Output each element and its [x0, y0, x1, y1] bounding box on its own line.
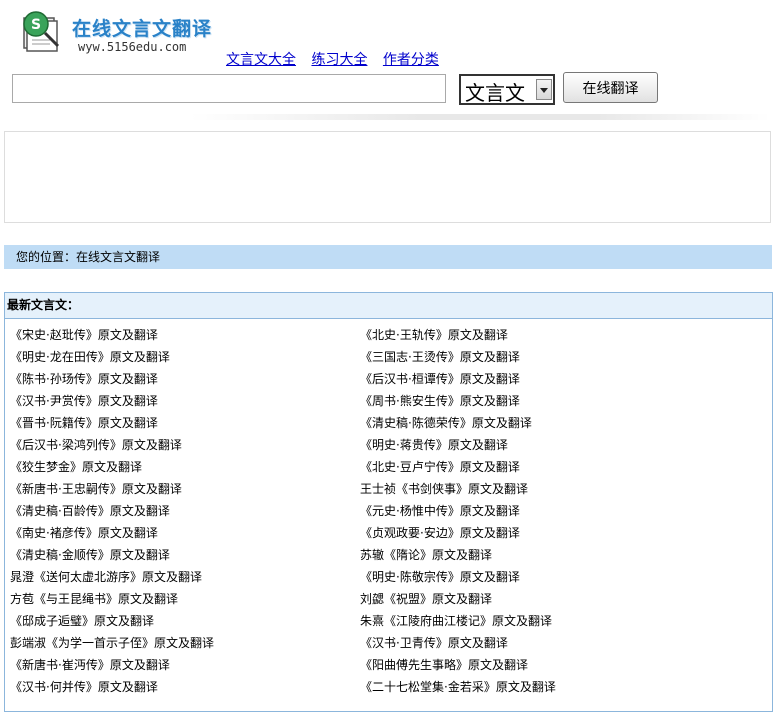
article-link[interactable]: 《新唐书·崔沔传》原文及翻译 — [10, 656, 214, 678]
book-magnifier-icon: S — [23, 11, 60, 52]
article-link[interactable]: 《狡生梦金》原文及翻译 — [10, 458, 214, 480]
nav-link-wenyanwen[interactable]: 文言文大全 — [226, 52, 296, 68]
article-link[interactable]: 《新唐书·王忠嗣传》原文及翻译 — [10, 480, 214, 502]
article-link[interactable]: 《周书·熊安生传》原文及翻译 — [360, 392, 556, 414]
ad-area — [4, 131, 771, 223]
chevron-down-icon[interactable] — [536, 79, 552, 100]
article-link[interactable]: 《邸成子逅璧》原文及翻译 — [10, 612, 214, 634]
translate-button[interactable]: 在线翻译 — [563, 72, 658, 103]
article-link[interactable]: 刘勰《祝盟》原文及翻译 — [360, 590, 556, 612]
article-link[interactable]: 《汉书·卫青传》原文及翻译 — [360, 634, 556, 656]
article-link[interactable]: 《陈书·孙玚传》原文及翻译 — [10, 370, 214, 392]
article-link[interactable]: 《贞观政要·安边》原文及翻译 — [360, 524, 556, 546]
latest-articles-right-column: 《北史·王轨传》原文及翻译 《三国志·王烫传》原文及翻译 《后汉书·桓谭传》原文及翻… — [360, 326, 556, 700]
article-link[interactable]: 《后汉书·梁鸿列传》原文及翻译 — [10, 436, 214, 458]
article-link[interactable]: 《北史·豆卢宁传》原文及翻译 — [360, 458, 556, 480]
nav-link-exercises[interactable]: 练习大全 — [311, 52, 367, 68]
latest-articles-panel: 最新文言文： 《宋史·赵玭传》原文及翻译 《明史·龙在田传》原文及翻译 《陈书·孙玚… — [4, 292, 773, 712]
article-link[interactable]: 《晋书·阮籍传》原文及翻译 — [10, 414, 214, 436]
article-link[interactable]: 《清史稿·百龄传》原文及翻译 — [10, 502, 214, 524]
article-link[interactable]: 方苞《与王昆绳书》原文及翻译 — [10, 590, 214, 612]
article-link[interactable]: 《元史·杨惟中传》原文及翻译 — [360, 502, 556, 524]
article-link[interactable]: 《北史·王轨传》原文及翻译 — [360, 326, 556, 348]
site-url: wyw.5156edu.com — [78, 40, 187, 54]
article-link[interactable]: 《后汉书·桓谭传》原文及翻译 — [360, 370, 556, 392]
site-title: 在线文言文翻译 — [72, 18, 213, 40]
language-select-value: 文言文 — [465, 81, 525, 105]
latest-articles-left-column: 《宋史·赵玭传》原文及翻译 《明史·龙在田传》原文及翻译 《陈书·孙玚传》原文及翻译… — [10, 326, 214, 700]
article-link[interactable]: 《南史·褚彦传》原文及翻译 — [10, 524, 214, 546]
article-link[interactable]: 《明史·龙在田传》原文及翻译 — [10, 348, 214, 370]
article-link[interactable]: 《明史·陈敬宗传》原文及翻译 — [360, 568, 556, 590]
article-link[interactable]: 《三国志·王烫传》原文及翻译 — [360, 348, 556, 370]
article-link[interactable]: 《宋史·赵玭传》原文及翻译 — [10, 326, 214, 348]
article-link[interactable]: 彭端淑《为学一首示子侄》原文及翻译 — [10, 634, 214, 656]
breadcrumb: 您的位置：在线文言文翻译 — [4, 245, 772, 269]
latest-articles-title: 最新文言文： — [5, 293, 772, 319]
article-link[interactable]: 《清史稿·金顺传》原文及翻译 — [10, 546, 214, 568]
article-link[interactable]: 晁澄《送何太虚北游序》原文及翻译 — [10, 568, 214, 590]
search-divider — [190, 114, 770, 120]
article-link[interactable]: 王士祯《书剑侠事》原文及翻译 — [360, 480, 556, 502]
language-select[interactable]: 文言文 — [459, 74, 555, 105]
article-link[interactable]: 《阳曲傅先生事略》原文及翻译 — [360, 656, 556, 678]
article-link[interactable]: 《二十七松堂集·金若采》原文及翻译 — [360, 678, 556, 700]
logo-letter: S — [31, 17, 41, 33]
top-nav: 文言文大全 练习大全 作者分类 — [226, 49, 450, 69]
article-link[interactable]: 《清史稿·陈德荣传》原文及翻译 — [360, 414, 556, 436]
article-link[interactable]: 《汉书·何并传》原文及翻译 — [10, 678, 214, 700]
article-link[interactable]: 朱熹《江陵府曲江楼记》原文及翻译 — [360, 612, 556, 634]
search-input[interactable] — [12, 74, 446, 103]
article-link[interactable]: 苏辙《隋论》原文及翻译 — [360, 546, 556, 568]
site-logo[interactable]: S 在线文言文翻译 wyw.5156edu.com — [18, 8, 218, 58]
article-link[interactable]: 《汉书·尹赏传》原文及翻译 — [10, 392, 214, 414]
nav-link-authors[interactable]: 作者分类 — [383, 52, 439, 68]
article-link[interactable]: 《明史·蒋贵传》原文及翻译 — [360, 436, 556, 458]
